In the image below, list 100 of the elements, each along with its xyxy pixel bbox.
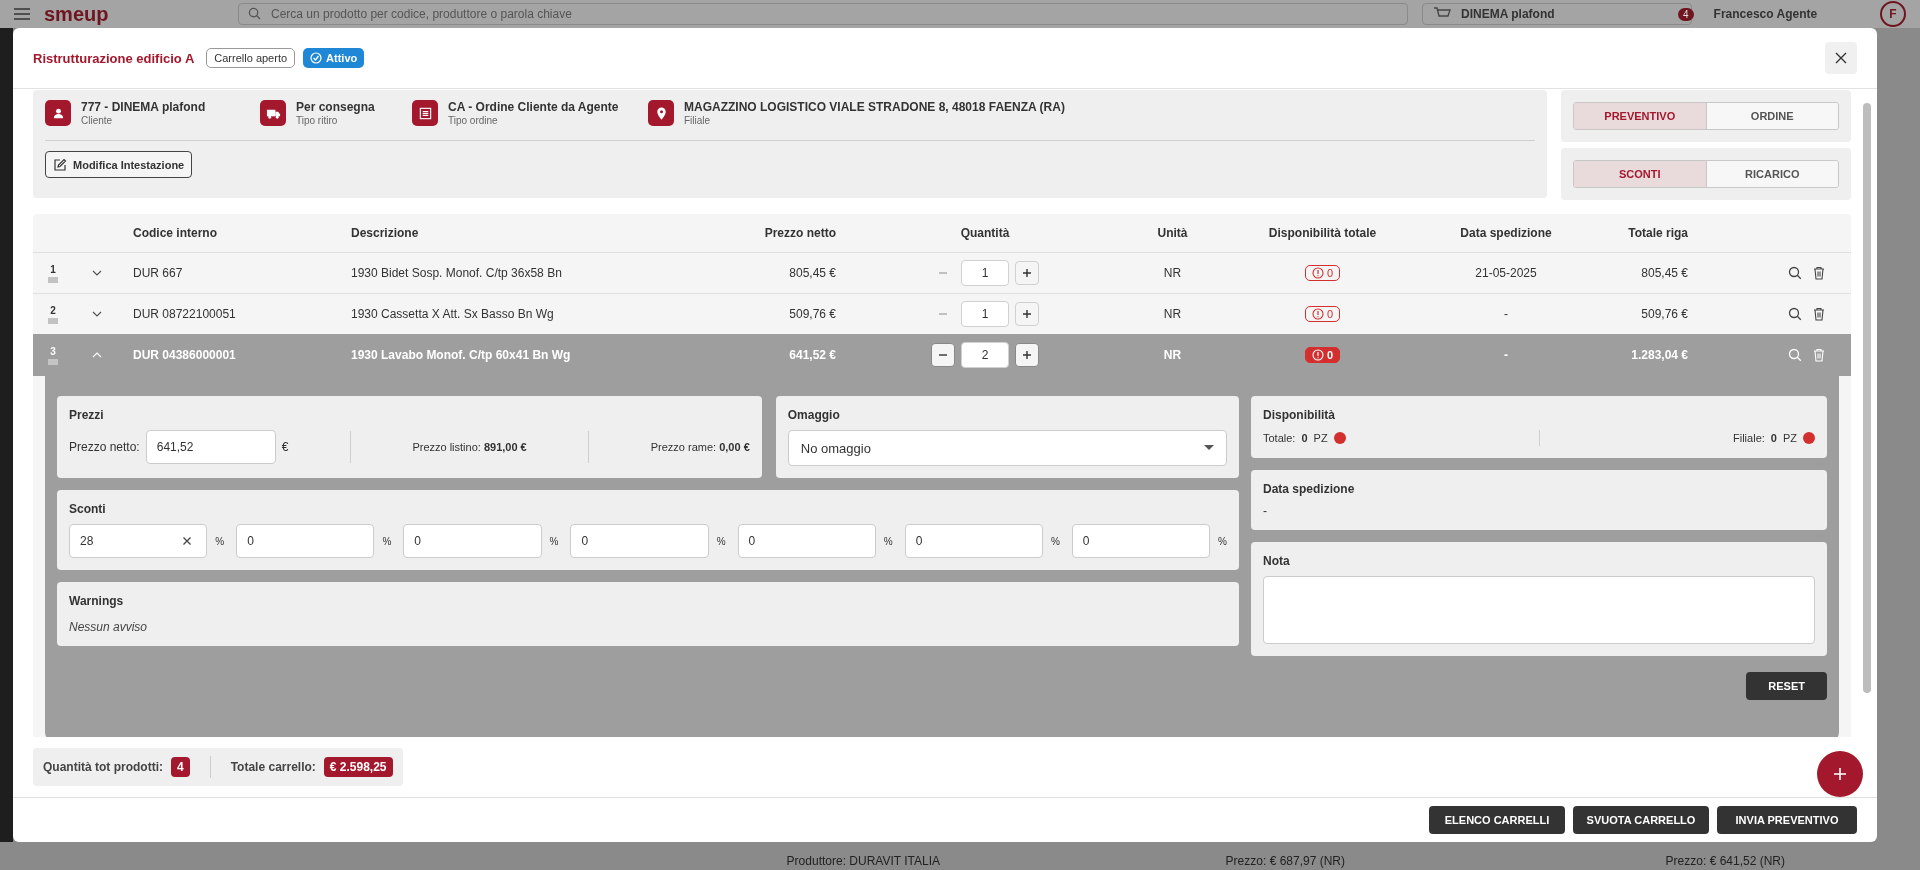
price-mode-toggle[interactable]: RICARICO [1705,161,1838,187]
availability-label: Filiale: [1733,432,1765,444]
drag-handle-icon[interactable] [48,276,58,283]
card-title: Disponibilità [1263,408,1336,422]
discount-field[interactable]: 0 [236,524,375,558]
discount-field[interactable]: 0 [570,524,709,558]
card-title: Data spedizione [1263,482,1356,496]
table-cell-text: 805,45 € [788,266,837,280]
note-field[interactable] [1263,576,1815,644]
action-button[interactable]: ELENCO CARRELLI [1429,806,1565,834]
plus-icon [1022,350,1032,360]
unit-label: PZ [1313,432,1328,444]
close-button[interactable] [1825,42,1857,74]
header-label: Filiale [684,115,712,126]
caret-icon [1204,445,1214,451]
table-cell: NR [1163,307,1182,321]
pencil-icon [53,157,67,172]
percent-label: % [1218,535,1227,547]
action-button[interactable]: SVUOTA CARRELLO [1573,806,1709,834]
table-cell-text: 1930 Lavabo Monof. C/tp 60x41 Bn Wg [350,348,572,362]
card-title: Nota [1263,554,1291,568]
exclamation-icon [1311,266,1324,279]
row-number: 2 [50,304,56,316]
table-row[interactable]: 1 DUR 667 1930 Bidet Sosp. Monof. C/tp 36x58 Bn 805,45 € 1 NR 0 21-05-2025 805,45 € [33,252,1851,293]
availability-badge: 0 [1304,346,1341,363]
availability-label: Totale: [1263,432,1296,444]
percent-label: % [883,535,893,547]
card-title: Prezzi [69,408,105,422]
column-header: Disponibilità totale [1268,226,1377,240]
unit-label: PZ [1782,432,1797,444]
total-quantity-label: Quantità tot prodotti: [43,760,163,774]
warnings-text: Nessun avviso [69,620,149,634]
chevron-icon[interactable] [91,270,102,276]
user-name: Francesco Agente [1713,7,1818,21]
chevron-icon[interactable] [91,311,102,317]
table-cell-text: 1930 Cassetta X Att. Sx Basso Bn Wg [350,307,555,321]
add-button[interactable] [1817,751,1863,797]
reset-button[interactable]: RESET [1746,672,1827,700]
drag-handle-icon[interactable] [48,317,58,324]
exclamation-icon [1311,348,1324,361]
document-type-toggle[interactable]: PREVENTIVO [1574,103,1706,129]
status-tag: Attivo [303,48,365,68]
search-icon[interactable] [1788,266,1802,280]
table-cell-text: DUR 667 [132,266,184,280]
trash-icon[interactable] [1812,307,1826,321]
quantity-field[interactable]: 2 [961,342,1009,368]
info-icon [45,100,71,126]
trash-icon[interactable] [1812,266,1826,280]
quantity-field[interactable]: 1 [961,301,1009,327]
increase-button[interactable] [1015,343,1039,367]
increase-button[interactable] [1015,261,1039,285]
discount-field[interactable]: 0 [403,524,542,558]
table-cell-text: 509,76 € [1640,307,1689,321]
product-info: Prezzo: € 641,52 (NR) [1665,854,1785,868]
menu-icon[interactable] [14,8,30,20]
table-cell-text: 1930 Bidet Sosp. Monof. C/tp 36x58 Bn [350,266,563,280]
scrollbar[interactable] [1863,103,1871,693]
table-cell-text: 1.283,04 € [1630,348,1689,362]
percent-label: % [1050,535,1060,547]
row-number: 3 [50,345,56,357]
column-header: Codice interno [132,226,218,240]
field-label: Prezzo netto: [69,440,140,454]
table-cell: 21-05-2025 [1475,266,1537,280]
dialog-title: Ristrutturazione edificio A [33,50,195,66]
copper-price: Prezzo rame: 0,00 € [650,441,750,453]
percent-label: % [215,535,225,547]
price-mode-toggle[interactable]: SCONTI [1574,161,1706,187]
column-header: Quantità [960,226,1010,240]
table-row[interactable]: 3 DUR 04386000001 1930 Lavabo Monof. C/tp 60x41 Bn Wg 641,52 € 2 NR 0 - 1.283,04 € [33,334,1851,376]
discount-field[interactable]: 28 [69,524,208,558]
gift-select[interactable]: No omaggio [787,430,1227,466]
availability-badge: 0 [1304,264,1341,281]
edit-header-button[interactable]: Modifica Intestazione [45,151,193,178]
column-header: Data spedizione [1460,226,1552,240]
increase-button[interactable] [1015,302,1039,326]
currency-label: € [281,440,289,454]
exclamation-icon [1311,307,1324,320]
decrease-button[interactable] [931,343,955,367]
table-cell-text: 805,45 € [1640,266,1689,280]
column-header: Descrizione [350,226,420,240]
info-icon [412,100,438,126]
availability-badge: 0 [1304,305,1341,322]
action-button[interactable]: INVIA PREVENTIVO [1717,806,1857,834]
discount-field[interactable]: 0 [1071,524,1211,558]
quantity-field[interactable]: 1 [961,260,1009,286]
row-number: 1 [50,263,56,275]
column-header: Unità [1157,226,1188,240]
plus-icon [1022,268,1032,278]
column-header: Prezzo netto [763,226,837,240]
cart-total-label: Totale carrello: [230,760,316,774]
discount-field[interactable]: 0 [904,524,1043,558]
net-price-field[interactable]: 641,52 [145,430,276,464]
clear-icon[interactable] [182,536,193,546]
search-icon[interactable] [1788,307,1802,321]
search-field[interactable]: Cerca un prodotto per codice, produttore o parola chiave [238,3,1408,25]
document-type-toggle[interactable]: ORDINE [1705,103,1838,129]
header-value: Per consegna [296,100,375,114]
discount-field[interactable]: 0 [737,524,876,558]
card-title: Warnings [69,594,125,608]
cart-count-badge: 4 [1678,7,1694,21]
